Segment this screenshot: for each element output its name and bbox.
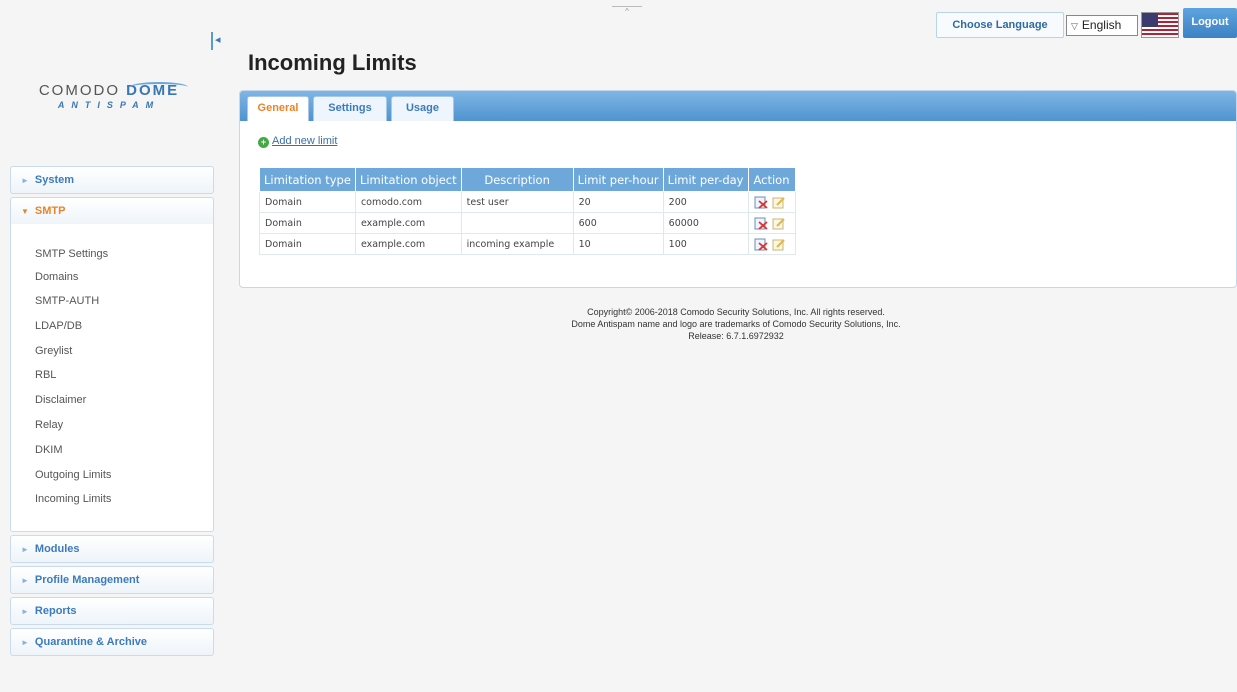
- submenu-item-incoming-limits[interactable]: Incoming Limits: [35, 491, 111, 507]
- sidebar-item-system[interactable]: ► System: [10, 166, 214, 194]
- submenu-item-smtp-settings[interactable]: SMTP Settings: [35, 246, 108, 262]
- cell-limit-per-day: 100: [662, 233, 749, 255]
- copyright-text: Copyright© 2006-2018 Comodo Security Sol…: [587, 307, 885, 317]
- cell-limitation-object: example.com: [354, 212, 462, 234]
- edit-icon[interactable]: [772, 196, 786, 209]
- limits-table: Limitation type Limitation object Descri…: [259, 167, 796, 255]
- cell-description: incoming example: [460, 233, 574, 255]
- release-text: Release: 6.7.1.6972932: [688, 331, 784, 341]
- delete-icon[interactable]: [754, 238, 768, 251]
- page: ^ ◂ Choose Language ▽ English Logout COMO…: [0, 0, 1237, 692]
- logo-arc: [130, 82, 188, 92]
- submenu-item-ldap-db[interactable]: LDAP/DB: [35, 318, 82, 334]
- submenu-item-disclaimer[interactable]: Disclaimer: [35, 392, 86, 408]
- cell-limit-per-hour: 10: [572, 233, 664, 255]
- cell-action: [747, 233, 796, 255]
- chevron-right-icon: ►: [21, 176, 29, 185]
- column-header[interactable]: Limit per-day: [662, 167, 749, 192]
- cell-limitation-type: Domain: [259, 191, 356, 213]
- column-header[interactable]: Description: [460, 167, 574, 192]
- edit-icon[interactable]: [772, 238, 786, 251]
- sidebar-item-profile-management[interactable]: ► Profile Management: [10, 566, 214, 594]
- language-select[interactable]: ▽ English: [1066, 15, 1138, 36]
- chevron-right-icon: ►: [21, 638, 29, 647]
- page-footer: Copyright© 2006-2018 Comodo Security Sol…: [436, 306, 1036, 342]
- cell-description: [460, 212, 574, 234]
- delete-icon[interactable]: [754, 217, 768, 230]
- page-title: Incoming Limits: [248, 50, 417, 75]
- content-panel: General Settings Usage + Add new limit Li…: [239, 90, 1237, 288]
- column-header: Action: [747, 167, 796, 192]
- tab-usage[interactable]: Usage: [391, 96, 454, 121]
- cell-limitation-type: Domain: [259, 233, 356, 255]
- submenu-item-smtp-auth[interactable]: SMTP-AUTH: [35, 293, 99, 309]
- cell-limit-per-hour: 20: [572, 191, 664, 213]
- submenu-item-domains[interactable]: Domains: [35, 269, 78, 285]
- cell-limitation-object: example.com: [354, 233, 462, 255]
- submenu-item-greylist[interactable]: Greylist: [35, 343, 72, 359]
- column-header[interactable]: Limitation object: [354, 167, 462, 192]
- submenu-item-rbl[interactable]: RBL: [35, 367, 56, 383]
- tab-settings[interactable]: Settings: [313, 96, 387, 121]
- table-header-row: Limitation type Limitation object Descri…: [259, 167, 796, 192]
- us-flag-icon: [1141, 12, 1179, 38]
- sidebar-item-modules[interactable]: ► Modules: [10, 535, 214, 563]
- submenu-item-dkim[interactable]: DKIM: [35, 442, 63, 458]
- add-icon: +: [258, 137, 269, 148]
- chevron-down-icon: ▼: [21, 207, 29, 216]
- cell-limit-per-hour: 600: [572, 212, 664, 234]
- cell-limitation-type: Domain: [259, 212, 356, 234]
- cell-description: test user: [460, 191, 574, 213]
- delete-icon[interactable]: [754, 196, 768, 209]
- add-new-limit-link[interactable]: + Add new limit: [258, 135, 337, 148]
- cell-action: [747, 212, 796, 234]
- smtp-submenu: SMTP Settings Domains SMTP-AUTH LDAP/DB …: [10, 224, 214, 532]
- column-header[interactable]: Limitation type: [259, 167, 356, 192]
- cell-limit-per-day: 200: [662, 191, 749, 213]
- submenu-item-outgoing-limits[interactable]: Outgoing Limits: [35, 467, 111, 483]
- tab-general[interactable]: General: [247, 96, 309, 121]
- chevron-right-icon: ►: [21, 545, 29, 554]
- cell-limitation-object: comodo.com: [354, 191, 462, 213]
- tab-bar: General Settings Usage: [240, 91, 1236, 121]
- language-value: English: [1081, 18, 1122, 32]
- sidebar-item-smtp[interactable]: ▼ SMTP: [10, 197, 214, 225]
- sidebar-collapse-icon[interactable]: ◂: [211, 32, 225, 50]
- cell-limit-per-day: 60000: [662, 212, 749, 234]
- sidebar-item-reports[interactable]: ► Reports: [10, 597, 214, 625]
- table-row: Domain example.com incoming example 10 1…: [259, 233, 796, 255]
- chevron-down-icon: ▽: [1071, 21, 1078, 31]
- comodo-dome-logo: COMODO DOME ANTISPAM: [34, 82, 188, 126]
- logo-subtitle: ANTISPAM: [57, 100, 161, 110]
- logout-button[interactable]: Logout: [1183, 8, 1237, 38]
- cell-action: [747, 191, 796, 213]
- column-header[interactable]: Limit per-hour: [572, 167, 664, 192]
- chevron-right-icon: ►: [21, 576, 29, 585]
- collapse-header-handle[interactable]: ^: [612, 6, 642, 16]
- chevron-right-icon: ►: [21, 607, 29, 616]
- table-row: Domain example.com 600 60000: [259, 212, 796, 234]
- submenu-item-relay[interactable]: Relay: [35, 417, 63, 433]
- edit-icon[interactable]: [772, 217, 786, 230]
- trademark-text: Dome Antispam name and logo are trademar…: [571, 319, 901, 329]
- table-row: Domain comodo.com test user 20 200: [259, 191, 796, 213]
- sidebar-item-quarantine-archive[interactable]: ► Quarantine & Archive: [10, 628, 214, 656]
- choose-language-button[interactable]: Choose Language: [936, 12, 1064, 38]
